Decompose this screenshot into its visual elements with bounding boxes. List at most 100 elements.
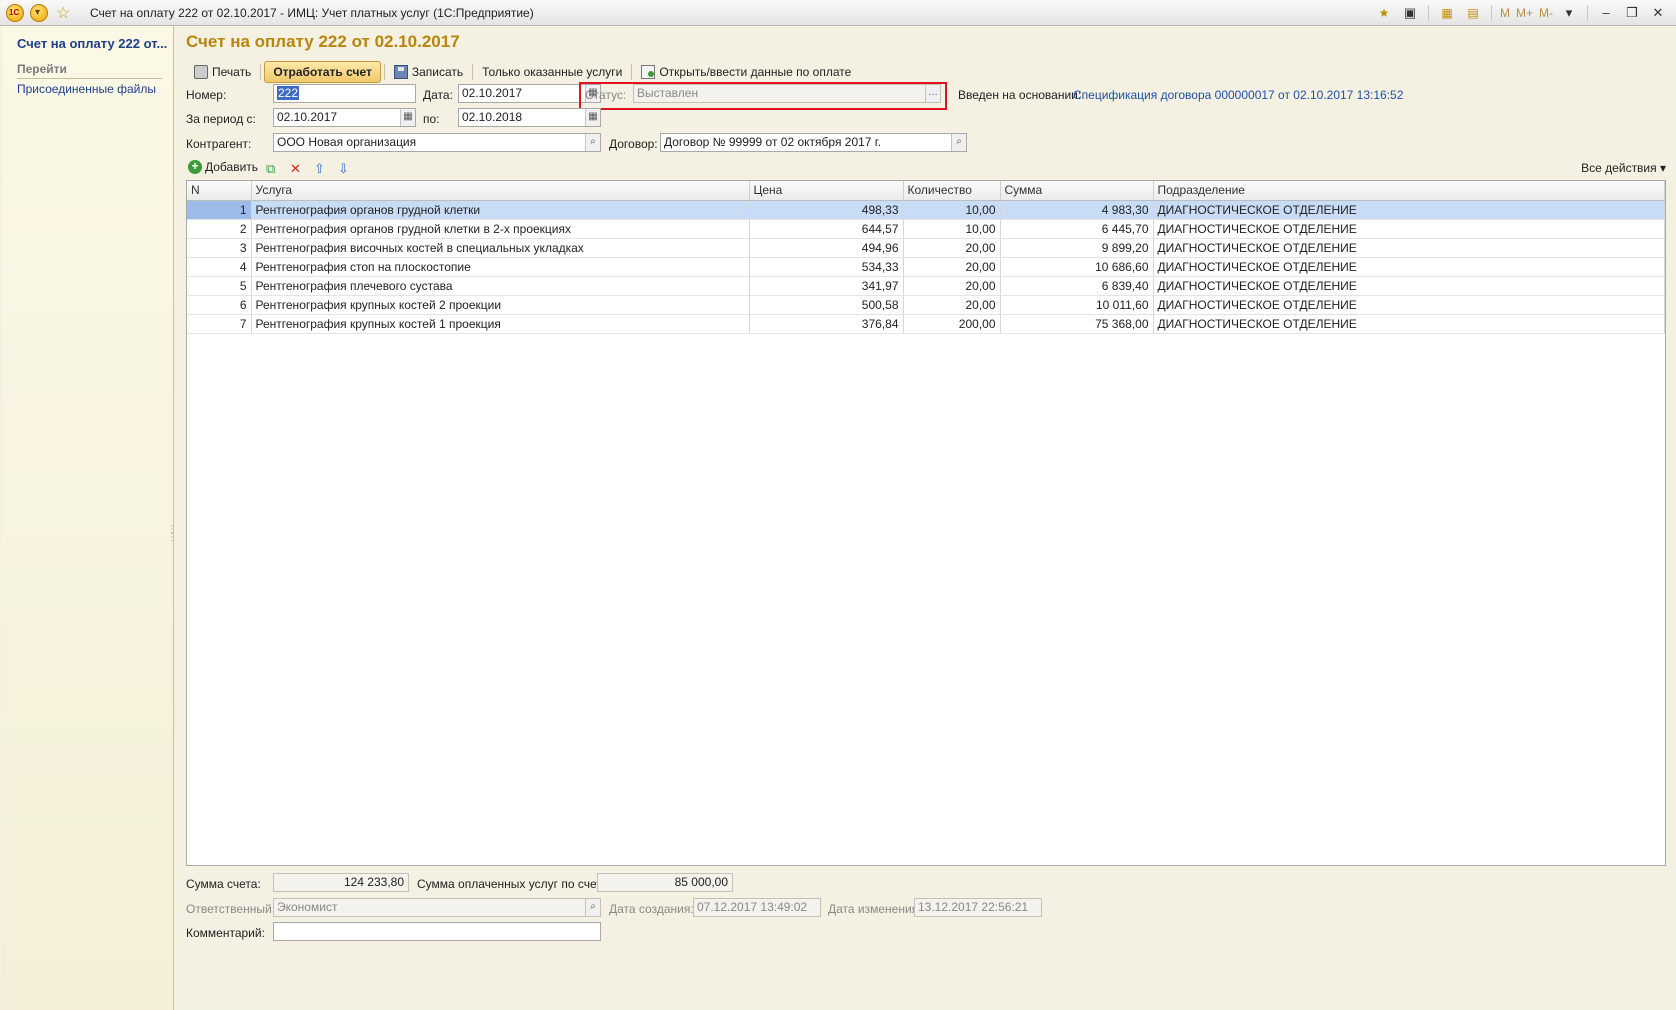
row-price[interactable]: 534,33 [749,257,904,277]
row-service[interactable]: Рентгенография крупных костей 1 проекция [251,314,750,334]
minimize-icon[interactable]: – [1596,3,1616,23]
column-header-n[interactable]: N [187,181,252,201]
row-service[interactable]: Рентгенография плечевого сустава [251,276,750,296]
delete-row-icon[interactable]: ✕ [290,161,301,177]
restore-icon[interactable]: ❐ [1622,3,1642,23]
column-header-price[interactable]: Цена [749,181,904,201]
row-service[interactable]: Рентгенография височных костей в специал… [251,238,750,258]
row-quantity[interactable]: 200,00 [903,314,1001,334]
status-select-button[interactable]: … [925,85,940,102]
calendar-picker-icon[interactable]: ▦ [400,109,415,126]
calendar-icon[interactable]: ▤ [1463,3,1483,23]
row-sum[interactable]: 10 011,60 [1000,295,1154,315]
table-row[interactable]: 4 Рентгенография стоп на плоскостопие 53… [187,257,1665,277]
process-invoice-button[interactable]: Отработать счет [264,61,381,83]
column-header-service[interactable]: Услуга [251,181,750,201]
divider [260,64,262,80]
row-sum[interactable]: 9 899,20 [1000,238,1154,258]
row-department[interactable]: ДИАГНОСТИЧЕСКОЕ ОТДЕЛЕНИЕ [1153,238,1665,258]
row-quantity[interactable]: 10,00 [903,219,1001,239]
responsible-field[interactable]: Экономист ⌕ [273,898,601,917]
add-favorite-icon[interactable]: ★ [1374,3,1394,23]
app-logo-icon[interactable]: 1С [6,4,24,22]
row-number: 2 [187,219,252,239]
row-sum[interactable]: 10 686,60 [1000,257,1154,277]
row-department[interactable]: ДИАГНОСТИЧЕСКОЕ ОТДЕЛЕНИЕ [1153,219,1665,239]
move-down-icon[interactable]: ⇩ [338,161,349,177]
column-header-department[interactable]: Подразделение [1153,181,1665,201]
table-row[interactable]: 6 Рентгенография крупных костей 2 проекц… [187,295,1665,315]
row-service[interactable]: Рентгенография стоп на плоскостопие [251,257,750,277]
nav-panel-title[interactable]: Счет на оплату 222 от... [17,36,167,51]
row-quantity[interactable]: 20,00 [903,276,1001,296]
row-service[interactable]: Рентгенография крупных костей 2 проекции [251,295,750,315]
row-price[interactable]: 494,96 [749,238,904,258]
table-row[interactable]: 7 Рентгенография крупных костей 1 проекц… [187,314,1665,334]
copy-row-icon[interactable]: ⧉ [266,161,275,177]
close-icon[interactable]: ✕ [1648,3,1668,23]
calculator-icon[interactable]: ▦ [1437,3,1457,23]
row-sum[interactable]: 75 368,00 [1000,314,1154,334]
table-toolbar: + Добавить ⧉ ✕ ⇧ ⇩ Все действия ▾ [186,159,1666,179]
row-department[interactable]: ДИАГНОСТИЧЕСКОЕ ОТДЕЛЕНИЕ [1153,295,1665,315]
comment-field[interactable] [273,922,601,941]
calendar-picker-icon[interactable]: ▦ [585,109,600,126]
row-sum[interactable]: 4 983,30 [1000,200,1154,220]
basis-document-link[interactable]: Спецификация договора 000000017 от 02.10… [1073,88,1403,102]
row-department[interactable]: ДИАГНОСТИЧЕСКОЕ ОТДЕЛЕНИЕ [1153,257,1665,277]
row-quantity[interactable]: 20,00 [903,238,1001,258]
period-from-label: За период с: [186,112,256,126]
move-up-icon[interactable]: ⇧ [314,161,325,177]
row-price[interactable]: 644,57 [749,219,904,239]
only-rendered-services-button[interactable]: Только оказанные услуги [476,61,628,83]
row-sum[interactable]: 6 445,70 [1000,219,1154,239]
status-field[interactable]: Выставлен … [633,84,941,103]
row-number: 1 [187,200,252,220]
open-payment-button[interactable]: Открыть/ввести данные по оплате [635,61,857,83]
search-icon[interactable]: ⌕ [585,134,600,151]
print-button[interactable]: Печать [188,61,257,83]
row-price[interactable]: 500,58 [749,295,904,315]
period-to-field[interactable]: 02.10.2018 ▦ [458,108,601,127]
services-table[interactable]: N Услуга Цена Количество Сумма Подраздел… [186,180,1666,866]
table-row[interactable]: 2 Рентгенография органов грудной клетки … [187,219,1665,239]
row-price[interactable]: 498,33 [749,200,904,220]
row-quantity[interactable]: 20,00 [903,295,1001,315]
add-row-button[interactable]: + Добавить [188,160,258,174]
counterparty-value: ООО Новая организация [277,135,417,149]
column-header-sum[interactable]: Сумма [1000,181,1154,201]
memory-minus-button[interactable]: M- [1539,6,1553,20]
row-department[interactable]: ДИАГНОСТИЧЕСКОЕ ОТДЕЛЕНИЕ [1153,200,1665,220]
number-field[interactable]: 222 [273,84,416,103]
table-row[interactable]: 1 Рентгенография органов грудной клетки … [187,200,1665,220]
history-icon[interactable]: ▣ [1400,3,1420,23]
row-department[interactable]: ДИАГНОСТИЧЕСКОЕ ОТДЕЛЕНИЕ [1153,314,1665,334]
sidebar-item-attached-files[interactable]: Присоединенные файлы [17,82,156,96]
memory-plus-button[interactable]: M+ [1516,6,1533,20]
memory-button[interactable]: M [1500,6,1510,20]
row-service[interactable]: Рентгенография органов грудной клетки [251,200,750,220]
main-menu-icon[interactable]: ▾ [30,4,48,22]
row-department[interactable]: ДИАГНОСТИЧЕСКОЕ ОТДЕЛЕНИЕ [1153,276,1665,296]
row-quantity[interactable]: 10,00 [903,200,1001,220]
row-price[interactable]: 376,84 [749,314,904,334]
table-row[interactable]: 5 Рентгенография плечевого сустава 341,9… [187,276,1665,296]
period-from-field[interactable]: 02.10.2017 ▦ [273,108,416,127]
search-icon[interactable]: ⌕ [951,134,966,151]
column-header-quantity[interactable]: Количество [903,181,1001,201]
row-price[interactable]: 341,97 [749,276,904,296]
row-quantity[interactable]: 20,00 [903,257,1001,277]
created-label: Дата создания: [609,902,694,916]
dropdown-icon[interactable]: ▾ [1559,3,1579,23]
row-service[interactable]: Рентгенография органов грудной клетки в … [251,219,750,239]
contract-field[interactable]: Договор № 99999 от 02 октября 2017 г. ⌕ [660,133,967,152]
all-actions-menu[interactable]: Все действия ▾ [1581,161,1666,175]
responsible-value: Экономист [277,900,338,914]
row-sum[interactable]: 6 839,40 [1000,276,1154,296]
search-icon[interactable]: ⌕ [585,899,600,916]
counterparty-field[interactable]: ООО Новая организация ⌕ [273,133,601,152]
table-row[interactable]: 3 Рентгенография височных костей в специ… [187,238,1665,258]
save-button[interactable]: Записать [388,61,469,83]
favorites-star-icon[interactable]: ☆ [56,3,70,23]
divider [383,64,385,80]
